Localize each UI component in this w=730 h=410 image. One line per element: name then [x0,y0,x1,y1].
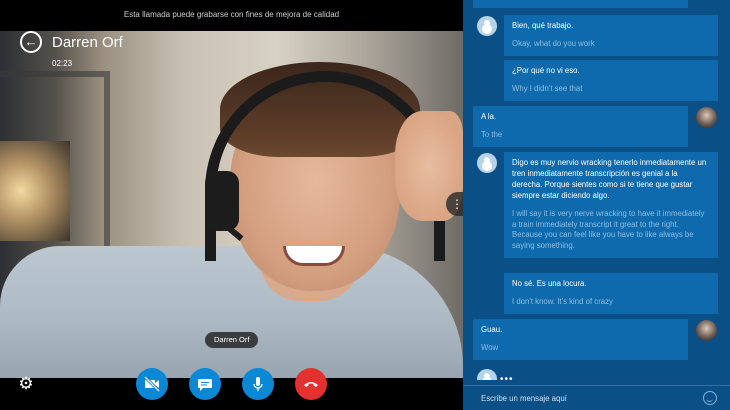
contact-avatar [477,153,497,173]
caller-name: Darren Orf [52,34,123,51]
chat-message: Digo es muy nervio wracking tenerlo inme… [504,152,718,259]
message-original: A la. [481,112,497,121]
message-original: Digo es muy nervio wracking tenerlo inme… [512,158,707,200]
caller-shirt [0,246,463,378]
user-avatar [696,320,717,341]
video-call-area: Esta llamada puede grabarse con fines de… [0,0,463,410]
chat-button[interactable] [189,368,221,400]
message-translation: To the [481,129,503,139]
recording-notice: Esta llamada puede grabarse con fines de… [123,10,340,19]
mic-icon [253,377,263,391]
video-off-button[interactable] [136,368,168,400]
contact-avatar [477,369,497,380]
call-timer: 02:23 [52,59,73,68]
message-translation: I don't know. It's kind of crazy [512,296,613,306]
chat-message: Bien, qué trabajo. Okay, what do you wor… [504,15,718,56]
contact-avatar [477,16,497,36]
participant-name-tag: Darren Orf [205,332,259,348]
message-original: Guau. [481,325,503,334]
message-translation: I will say it is very nerve wracking to … [512,208,705,251]
chat-icon [198,379,212,391]
more-icon[interactable]: ⋮ [446,192,463,216]
chat-message-own: Guau. Wow [473,319,688,360]
chat-bubble-partial [473,0,688,8]
message-translation: Why I didn't see that [512,83,583,93]
message-translation: Okay, what do you work [512,38,595,48]
background-window-light [0,141,70,241]
message-original: Bien, qué trabajo. [512,21,574,30]
chat-panel: Bien, qué trabajo. Okay, what do you wor… [463,0,730,410]
remote-video-feed [0,31,463,378]
typing-indicator: ••• [500,374,514,380]
user-avatar [696,107,717,128]
message-translation: Wow [481,342,499,352]
gear-icon[interactable]: ⚙ [14,372,38,396]
chat-message-own: A la. To the [473,106,688,147]
chat-message: No sé. Es una locura. I don't know. It's… [504,273,718,314]
video-off-icon [143,375,161,393]
back-arrow-icon[interactable]: ← [20,31,42,53]
message-input[interactable]: Escribe un mensaje aquí [481,394,567,403]
end-call-button[interactable] [295,368,327,400]
chat-message: ¿Por qué no vi eso. Why I didn't see tha… [504,60,718,101]
message-original: No sé. Es una locura. [512,279,587,288]
hang-up-icon [304,382,318,387]
message-composer[interactable]: Escribe un mensaje aquí [463,385,730,410]
emoji-icon[interactable] [703,391,717,405]
mic-button[interactable] [242,368,274,400]
chat-message-list[interactable]: Bien, qué trabajo. Okay, what do you wor… [463,0,730,380]
message-original: ¿Por qué no vi eso. [512,66,580,75]
